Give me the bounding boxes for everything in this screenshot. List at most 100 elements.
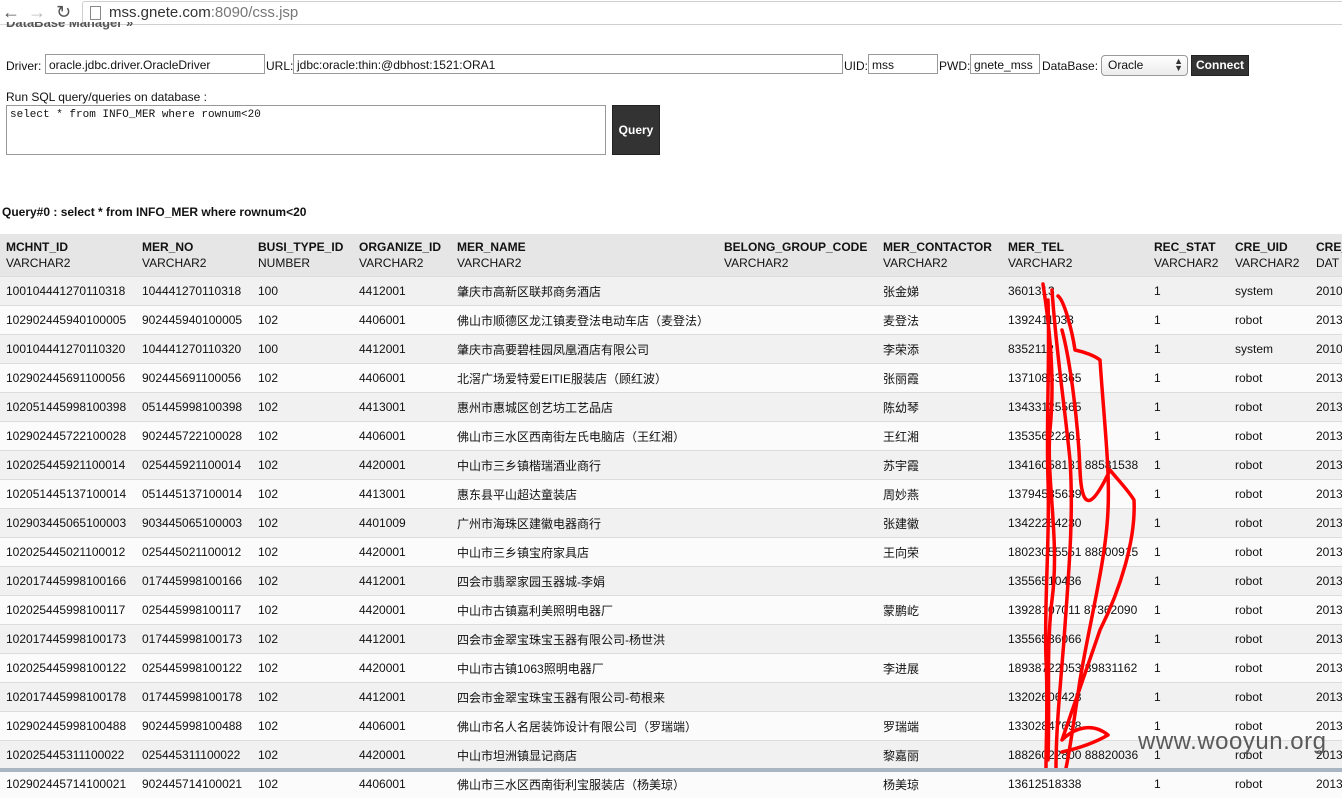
table-cell xyxy=(718,683,877,712)
table-cell: 13794535639 xyxy=(1002,480,1148,509)
column-header: MER_NAMEVARCHAR2 xyxy=(451,234,718,277)
table-cell: 4412001 xyxy=(353,625,451,654)
table-row: 1020254459981001170254459981001171024420… xyxy=(0,596,1342,625)
table-cell: system xyxy=(1229,277,1310,306)
table-cell: 4406001 xyxy=(353,422,451,451)
table-row: 1020254459211000140254459211000141024420… xyxy=(0,451,1342,480)
url-input[interactable]: jdbc:oracle:thin:@dbhost:1521:ORA1 xyxy=(293,54,843,74)
table-cell: 100104441270110320 xyxy=(0,335,136,364)
table-cell: robot xyxy=(1229,596,1310,625)
table-cell: 102 xyxy=(252,625,353,654)
query-result-title: Query#0 : select * from INFO_MER where r… xyxy=(2,205,306,219)
table-cell: 4406001 xyxy=(353,770,451,798)
database-select[interactable]: Oracle ▲▼ xyxy=(1101,55,1188,76)
table-cell xyxy=(718,306,877,335)
table-cell: 13710833365 xyxy=(1002,364,1148,393)
uid-input[interactable]: mss xyxy=(868,54,938,74)
table-cell: 902445722100028 xyxy=(136,422,252,451)
table-cell: 2013 xyxy=(1310,306,1342,335)
database-selected-value: Oracle xyxy=(1108,58,1143,72)
column-header: ORGANIZE_IDVARCHAR2 xyxy=(353,234,451,277)
connect-button[interactable]: Connect xyxy=(1191,55,1249,76)
column-name: REC_STAT xyxy=(1154,239,1229,255)
table-cell: 北滘广场爱特爱EITIE服装店（顾红波） xyxy=(451,364,718,393)
table-cell: 902445998100488 xyxy=(136,712,252,741)
table-cell: 陈幼琴 xyxy=(877,393,1002,422)
sql-label: Run SQL query/queries on database : xyxy=(6,90,207,104)
table-cell xyxy=(718,625,877,654)
table-body: 1001044412701103181044412701103181004412… xyxy=(0,277,1342,798)
column-type: VARCHAR2 xyxy=(1154,256,1218,270)
table-cell: 麦登法 xyxy=(877,306,1002,335)
table-cell: 1 xyxy=(1148,596,1229,625)
table-cell xyxy=(877,625,1002,654)
driver-input[interactable]: oracle.jdbc.driver.OracleDriver xyxy=(45,54,265,74)
table-cell: 4412001 xyxy=(353,335,451,364)
back-arrow-icon[interactable]: ← xyxy=(2,2,20,22)
column-type: VARCHAR2 xyxy=(1235,256,1299,270)
table-cell: 罗瑞端 xyxy=(877,712,1002,741)
table-cell: 2013 xyxy=(1310,509,1342,538)
table-cell xyxy=(718,770,877,798)
table-cell: 13422264230 xyxy=(1002,509,1148,538)
forward-arrow-icon[interactable]: → xyxy=(28,2,46,22)
table-cell xyxy=(718,596,877,625)
table-cell: 四会市翡翠家园玉器城-李娟 xyxy=(451,567,718,596)
column-header: CRE_DAT xyxy=(1310,234,1342,277)
table-cell: 蒙鹏屹 xyxy=(877,596,1002,625)
table-cell: 017445998100173 xyxy=(136,625,252,654)
table-cell: 张金娣 xyxy=(877,277,1002,306)
table-row: 1001044412701103201044412701103201004412… xyxy=(0,335,1342,364)
reload-icon[interactable]: ↻ xyxy=(56,2,71,22)
table-row: 1020174459981001780174459981001781024412… xyxy=(0,683,1342,712)
table-cell: 100104441270110318 xyxy=(0,277,136,306)
table-cell: 4406001 xyxy=(353,306,451,335)
column-header: MER_TELVARCHAR2 xyxy=(1002,234,1148,277)
table-cell xyxy=(718,480,877,509)
table-cell: 2013 xyxy=(1310,364,1342,393)
table-cell xyxy=(718,712,877,741)
table-cell: 惠州市惠城区创艺坊工艺品店 xyxy=(451,393,718,422)
table-row: 1020254459981001220254459981001221024420… xyxy=(0,654,1342,683)
table-cell: 025445021100012 xyxy=(136,538,252,567)
table-cell xyxy=(718,277,877,306)
table-cell: 佛山市名人名居装饰设计有限公司（罗瑞端） xyxy=(451,712,718,741)
address-bar[interactable]: mss.gnete.com:8090/css.jsp xyxy=(82,1,1342,25)
column-header: BELONG_GROUP_CODEVARCHAR2 xyxy=(718,234,877,277)
select-updown-icon: ▲▼ xyxy=(1174,58,1183,72)
table-cell: 102017445998100173 xyxy=(0,625,136,654)
table-cell: 2013 xyxy=(1310,567,1342,596)
table-cell: 4412001 xyxy=(353,567,451,596)
table-cell: 1 xyxy=(1148,683,1229,712)
table-cell: 王红湘 xyxy=(877,422,1002,451)
column-header: REC_STATVARCHAR2 xyxy=(1148,234,1229,277)
column-header: MER_CONTACTORVARCHAR2 xyxy=(877,234,1002,277)
table-cell: 2010 xyxy=(1310,277,1342,306)
table-cell: robot xyxy=(1229,538,1310,567)
table-cell: 102 xyxy=(252,451,353,480)
table-cell: 张建徽 xyxy=(877,509,1002,538)
table-cell: 4420001 xyxy=(353,538,451,567)
table-cell: 102051445998100398 xyxy=(0,393,136,422)
pwd-input[interactable]: gnete_mss xyxy=(970,54,1040,74)
table-cell: 025445998100122 xyxy=(136,654,252,683)
table-cell: 025445921100014 xyxy=(136,451,252,480)
sql-textarea[interactable]: select * from INFO_MER where rownum<20 xyxy=(6,105,606,155)
table-cell xyxy=(718,654,877,683)
table-cell: 张丽霞 xyxy=(877,364,1002,393)
column-name: MER_NAME xyxy=(457,239,718,255)
table-cell: 102025445021100012 xyxy=(0,538,136,567)
table-cell: 4401009 xyxy=(353,509,451,538)
table-cell: 中山市坦洲镇显记商店 xyxy=(451,741,718,770)
table-cell: 902445714100021 xyxy=(136,770,252,798)
column-header: BUSI_TYPE_IDNUMBER xyxy=(252,234,353,277)
table-cell: 1 xyxy=(1148,422,1229,451)
column-header: MCHNT_IDVARCHAR2 xyxy=(0,234,136,277)
uid-label: UID: xyxy=(844,59,868,73)
table-cell: 2013 xyxy=(1310,480,1342,509)
table-cell: 903445065100003 xyxy=(136,509,252,538)
table-cell: 102 xyxy=(252,306,353,335)
table-cell: 102 xyxy=(252,596,353,625)
table-cell xyxy=(718,538,877,567)
query-button[interactable]: Query xyxy=(612,105,660,155)
